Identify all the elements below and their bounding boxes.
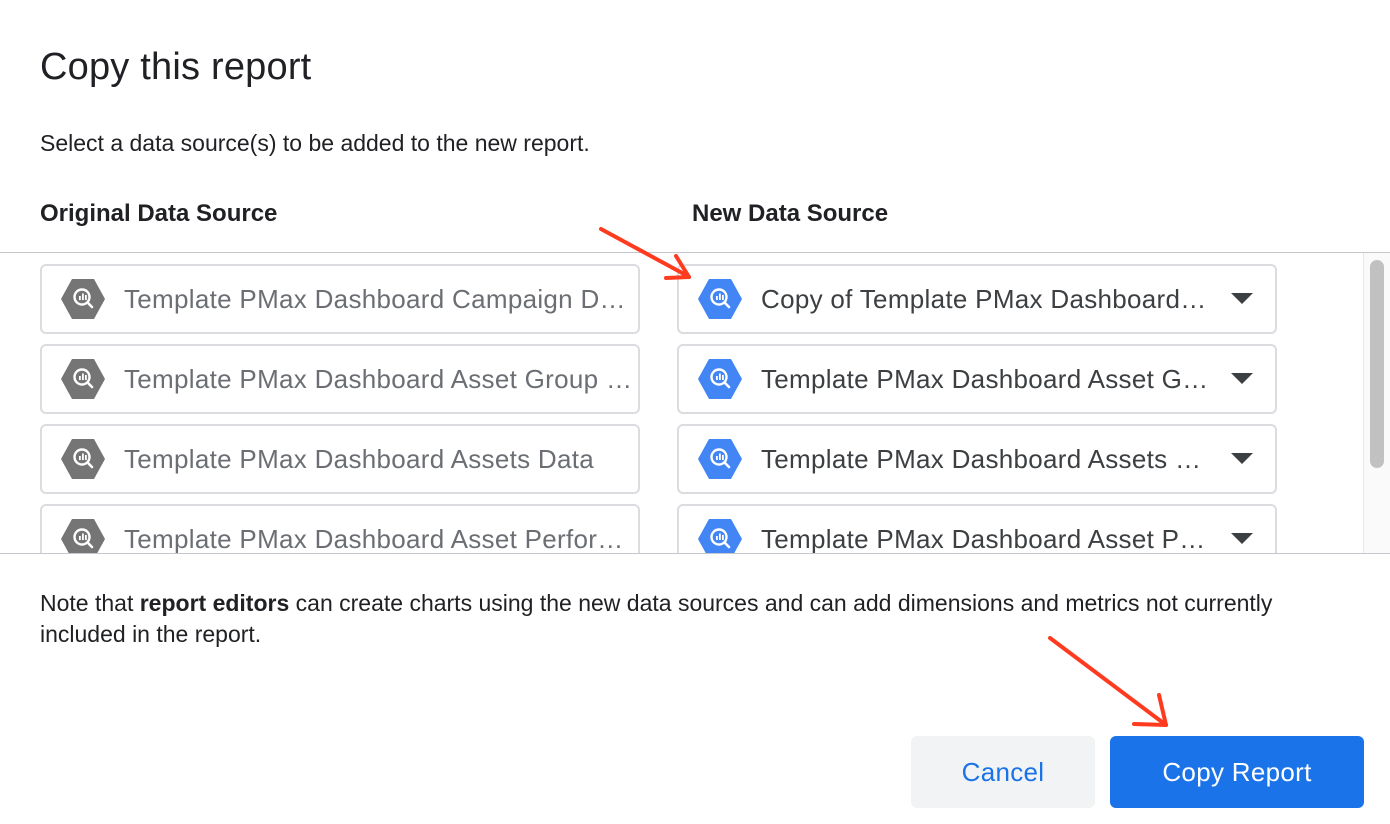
- divider-bottom: [0, 553, 1390, 554]
- new-data-source-dropdown[interactable]: Template PMax Dashboard Assets Data: [677, 424, 1277, 494]
- data-source-row: Template PMax Dashboard Asset Group Data…: [0, 344, 1360, 414]
- original-data-source-header: Original Data Source: [40, 200, 278, 227]
- caret-down-icon[interactable]: [1231, 293, 1253, 304]
- original-data-source-field: Template PMax Dashboard Campaign Data: [40, 264, 640, 334]
- original-data-source-field: Template PMax Dashboard Asset Group Data: [40, 344, 640, 414]
- copy-report-dialog: Copy this report Select a data source(s)…: [0, 0, 1390, 824]
- caret-down-icon[interactable]: [1231, 373, 1253, 384]
- scrollbar-thumb[interactable]: [1370, 260, 1384, 468]
- caret-down-icon[interactable]: [1231, 533, 1253, 544]
- data-source-row: Template PMax Dashboard Asset Performanc…: [0, 504, 1360, 553]
- original-data-source-field: Template PMax Dashboard Assets Data: [40, 424, 640, 494]
- note-prefix: Note that: [40, 590, 140, 616]
- original-data-source-name: Template PMax Dashboard Asset Group Data: [124, 363, 634, 394]
- new-data-source-name: Template PMax Dashboard Asset Performanc…: [761, 523, 1209, 554]
- new-data-source-name: Template PMax Dashboard Assets Data: [761, 443, 1209, 474]
- new-data-source-name: Copy of Template PMax Dashboard Campaign…: [761, 283, 1209, 314]
- bigquery-hex-icon: [60, 516, 106, 553]
- bigquery-hex-icon: [60, 356, 106, 402]
- data-source-row: Template PMax Dashboard Assets Data Temp…: [0, 424, 1360, 494]
- bigquery-hex-icon: [697, 436, 743, 482]
- copy-report-button[interactable]: Copy Report: [1110, 736, 1364, 808]
- new-data-source-dropdown[interactable]: Copy of Template PMax Dashboard Campaign…: [677, 264, 1277, 334]
- bigquery-hex-icon: [697, 356, 743, 402]
- new-data-source-dropdown[interactable]: Template PMax Dashboard Asset Group Data: [677, 344, 1277, 414]
- annotation-arrow-icon: [599, 227, 691, 280]
- annotation-arrow-icon: [1048, 636, 1168, 727]
- list-scrollbar[interactable]: [1363, 253, 1390, 553]
- original-data-source-name: Template PMax Dashboard Assets Data: [124, 443, 595, 474]
- bigquery-hex-icon: [60, 276, 106, 322]
- new-data-source-dropdown[interactable]: Template PMax Dashboard Asset Performanc…: [677, 504, 1277, 553]
- data-source-list: Template PMax Dashboard Campaign Data Co…: [0, 253, 1390, 553]
- caret-down-icon[interactable]: [1231, 453, 1253, 464]
- bigquery-hex-icon: [697, 516, 743, 553]
- note-bold: report editors: [139, 590, 290, 616]
- original-data-source-field: Template PMax Dashboard Asset Performanc…: [40, 504, 640, 553]
- bigquery-hex-icon: [60, 436, 106, 482]
- bigquery-hex-icon: [697, 276, 743, 322]
- new-data-source-name: Template PMax Dashboard Asset Group Data: [761, 363, 1209, 394]
- dialog-title: Copy this report: [40, 46, 312, 88]
- original-data-source-name: Template PMax Dashboard Campaign Data: [124, 283, 634, 314]
- new-data-source-header: New Data Source: [692, 200, 889, 227]
- original-data-source-name: Template PMax Dashboard Asset Performanc…: [124, 523, 634, 554]
- dialog-subtitle: Select a data source(s) to be added to t…: [40, 130, 590, 156]
- cancel-button[interactable]: Cancel: [911, 736, 1095, 808]
